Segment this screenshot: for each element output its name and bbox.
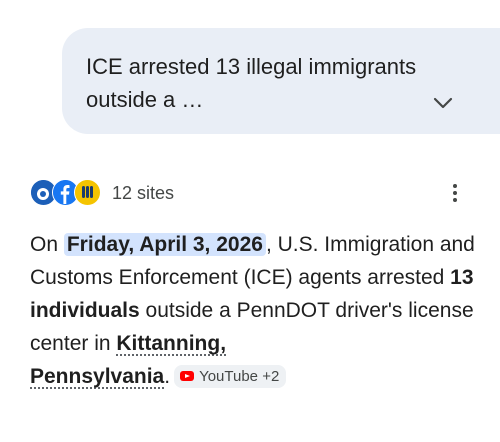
answer-text: On Friday, April 3, 2026, U.S. Immigrati… (30, 228, 485, 393)
chevron-down-icon[interactable] (432, 96, 454, 110)
query-text: ICE arrested 13 illegal immigrants outsi… (86, 54, 417, 112)
ai-answer-view: ICE arrested 13 illegal immigrants outsi… (0, 0, 500, 442)
more-vert-icon[interactable] (452, 184, 458, 206)
location-link-pennsylvania[interactable]: Pennsylvania (30, 365, 164, 388)
answer-text-part: . (164, 365, 171, 388)
source-chip-label: YouTube +2 (199, 367, 280, 385)
pbs-icon (74, 179, 101, 206)
source-favicons (30, 178, 102, 208)
location-link-kittanning[interactable]: Kittanning, (116, 332, 226, 355)
source-chip[interactable]: YouTube +2 (174, 364, 287, 388)
answer-text-part: On (30, 233, 64, 256)
youtube-icon (180, 371, 195, 381)
sites-count: 12 sites (112, 182, 175, 203)
query-bubble[interactable]: ICE arrested 13 illegal immigrants outsi… (62, 28, 500, 134)
sources-row[interactable]: 12 sites (30, 178, 174, 208)
highlighted-date[interactable]: Friday, April 3, 2026 (63, 233, 266, 256)
